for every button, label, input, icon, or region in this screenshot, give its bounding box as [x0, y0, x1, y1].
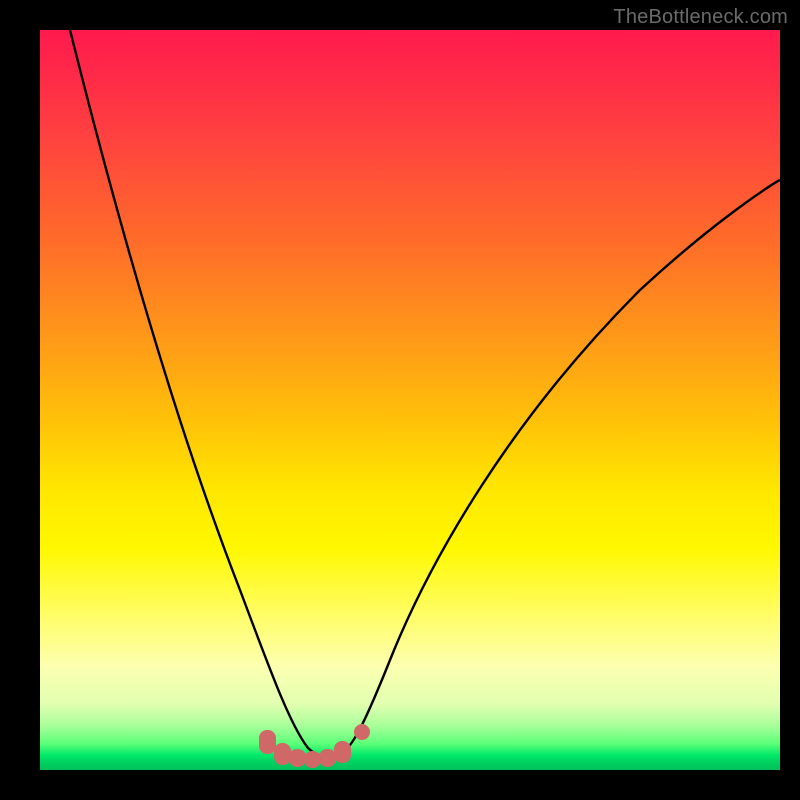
watermark-text: TheBottleneck.com: [613, 6, 788, 29]
marker-dot: [304, 751, 321, 768]
bottom-markers: [259, 724, 370, 768]
marker-dot: [259, 730, 276, 754]
marker-dot: [334, 741, 351, 763]
bottleneck-curve-path: [70, 30, 780, 758]
marker-dot: [289, 749, 306, 767]
plot-area: [40, 30, 780, 770]
chart-frame: TheBottleneck.com: [0, 0, 800, 800]
marker-dot: [354, 724, 370, 740]
curve-layer: [40, 30, 780, 770]
marker-dot: [274, 743, 291, 765]
marker-dot: [319, 749, 336, 767]
